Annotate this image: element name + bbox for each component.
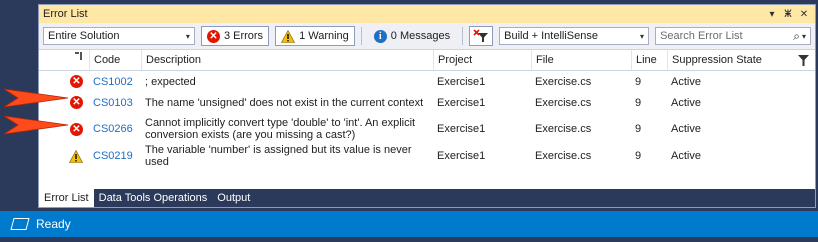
error-list-toolbar: Entire Solution ▾ ✕ 3 Errors 1 Warning i… xyxy=(39,23,815,50)
status-bar: Ready xyxy=(0,211,818,237)
chevron-down-icon[interactable]: ▾ xyxy=(802,32,806,41)
scope-select-value: Entire Solution xyxy=(48,30,120,42)
toolbar-separator xyxy=(462,27,464,45)
messages-filter-button[interactable]: i 0 Messages xyxy=(368,26,456,46)
grid-header: Code Description Project File Line Suppr… xyxy=(39,50,815,71)
toolbar-separator xyxy=(360,27,362,45)
chevron-down-icon: ▾ xyxy=(640,31,645,41)
tab-error-list[interactable]: Error List xyxy=(39,189,94,207)
warning-icon xyxy=(281,29,296,43)
scope-select[interactable]: Entire Solution ▾ xyxy=(43,27,195,45)
error-suppression-state: Active xyxy=(671,123,701,135)
error-suppression-state: Active xyxy=(671,75,701,88)
tab-output[interactable]: Output xyxy=(212,189,255,207)
panel-tab-strip: Error List Data Tools Operations Output xyxy=(39,189,815,207)
warning-project: Exercise1 xyxy=(437,150,486,162)
table-row[interactable]: ✕ CS1002 ; expected Exercise1 Exercise.c… xyxy=(39,71,815,92)
error-project: Exercise1 xyxy=(437,96,486,109)
table-row[interactable]: ✕ CS0266 Cannot implicitly convert type … xyxy=(39,113,815,145)
column-header-project[interactable]: Project xyxy=(433,50,531,70)
build-source-value: Build + IntelliSense xyxy=(504,30,598,42)
error-icon: ✕ xyxy=(206,29,220,43)
column-header-suppression-label: Suppression State xyxy=(672,54,762,66)
error-list-panel: Error List ▾ ⵥ ✕ Entire Solution ▾ ✕ 3 E… xyxy=(38,4,816,208)
warning-code-link[interactable]: CS0219 xyxy=(89,150,141,162)
error-file: Exercise.cs xyxy=(535,75,592,88)
table-row[interactable]: CS0219 The variable 'number' is assigned… xyxy=(39,144,815,168)
column-header-line[interactable]: Line xyxy=(631,50,667,70)
error-file: Exercise.cs xyxy=(535,96,592,109)
messages-filter-label: 0 Messages xyxy=(390,30,451,42)
error-description: Cannot implicitly convert type 'double' … xyxy=(145,117,416,141)
error-code-link[interactable]: CS0266 xyxy=(89,123,141,135)
filter-x-icon xyxy=(473,29,489,42)
errors-filter-label: 3 Errors xyxy=(223,30,264,42)
warnings-filter-label: 1 Warning xyxy=(299,30,349,42)
error-project: Exercise1 xyxy=(437,123,486,135)
error-line: 9 xyxy=(635,96,642,109)
error-project: Exercise1 xyxy=(437,75,486,88)
search-input[interactable]: Search Error List ⌕ ▾ xyxy=(655,27,811,45)
pin-icon[interactable]: ⵥ xyxy=(781,9,795,20)
warning-description: The variable 'number' is assigned but it… xyxy=(145,144,412,168)
error-description: ; expected xyxy=(145,75,196,88)
build-source-select[interactable]: Build + IntelliSense ▾ xyxy=(499,27,650,45)
error-code-link[interactable]: CS0103 xyxy=(89,97,141,109)
table-row[interactable]: ✕ CS0103 The name 'unsigned' does not ex… xyxy=(39,92,815,113)
output-window-icon xyxy=(10,218,30,230)
info-icon: i xyxy=(373,29,387,43)
status-text: Ready xyxy=(36,217,71,231)
warning-file: Exercise.cs xyxy=(535,150,592,162)
close-icon[interactable]: ✕ xyxy=(797,9,811,20)
search-placeholder: Search Error List xyxy=(660,30,743,42)
error-file: Exercise.cs xyxy=(535,123,592,135)
callout-arrow-icon xyxy=(3,115,69,135)
column-header-description[interactable]: Description xyxy=(141,50,433,70)
tab-data-tools-operations[interactable]: Data Tools Operations xyxy=(94,189,213,207)
error-code-link[interactable]: CS1002 xyxy=(89,76,141,88)
error-description: The name 'unsigned' does not exist in th… xyxy=(145,96,424,109)
panel-title-bar: Error List ▾ ⵥ ✕ xyxy=(39,5,815,23)
filter-icon[interactable] xyxy=(798,54,809,66)
error-line: 9 xyxy=(635,75,642,88)
error-suppression-state: Active xyxy=(671,96,701,109)
dropdown-icon[interactable]: ▾ xyxy=(765,9,779,20)
error-line: 9 xyxy=(635,123,642,135)
error-grid: Code Description Project File Line Suppr… xyxy=(39,50,815,168)
warning-line: 9 xyxy=(635,150,642,162)
warning-icon xyxy=(69,149,83,163)
column-header-code[interactable]: Code xyxy=(89,50,141,70)
warning-suppression-state: Active xyxy=(671,150,701,162)
warnings-filter-button[interactable]: 1 Warning xyxy=(275,26,355,46)
callout-arrow-icon xyxy=(3,88,69,108)
search-icon[interactable]: ⌕ xyxy=(793,29,800,44)
column-header-suppression[interactable]: Suppression State xyxy=(667,50,815,70)
panel-title: Error List xyxy=(43,8,88,20)
errors-filter-button[interactable]: ✕ 3 Errors xyxy=(200,26,270,46)
filter-toggle-button[interactable] xyxy=(469,26,494,46)
column-header-file[interactable]: File xyxy=(531,50,631,70)
chevron-down-icon: ▾ xyxy=(185,31,190,41)
column-chooser-icon[interactable] xyxy=(39,50,89,70)
